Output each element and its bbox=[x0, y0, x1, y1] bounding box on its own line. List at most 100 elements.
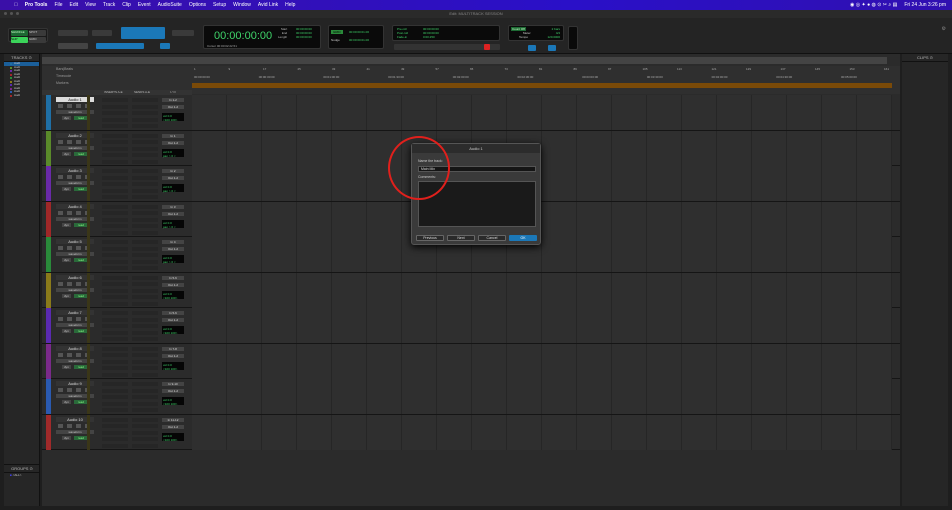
send-slot[interactable] bbox=[132, 146, 158, 151]
insert-slot[interactable] bbox=[102, 295, 128, 299]
menu-track[interactable]: Track bbox=[103, 2, 115, 8]
automation-mode-selector[interactable]: read bbox=[74, 222, 89, 227]
insert-slot[interactable] bbox=[102, 182, 128, 186]
insert-slot[interactable] bbox=[102, 259, 128, 264]
send-slot[interactable] bbox=[132, 253, 158, 257]
input-selector[interactable]: In 3 bbox=[162, 204, 184, 209]
insert-slot[interactable] bbox=[102, 124, 128, 128]
fade-value[interactable]: 0:00.250 bbox=[423, 35, 435, 39]
main-counter-value[interactable]: 00:00:00:00 bbox=[214, 30, 272, 42]
send-slot[interactable] bbox=[132, 211, 158, 215]
insert-slot[interactable] bbox=[102, 311, 128, 315]
pan-value[interactable]: pan > 0 < bbox=[163, 189, 183, 193]
grid-mode-button[interactable]: GRID bbox=[29, 37, 46, 43]
nudge-value[interactable]: 00:00:00:01.00 bbox=[349, 38, 369, 42]
apple-icon[interactable]:  bbox=[14, 2, 18, 8]
send-slot[interactable] bbox=[132, 288, 158, 293]
io-header[interactable]: I / O bbox=[170, 90, 176, 94]
send-slot[interactable] bbox=[132, 408, 158, 412]
fadein-label[interactable]: Fade-in bbox=[397, 35, 407, 39]
input-monitor-button[interactable] bbox=[67, 281, 72, 286]
send-slot[interactable] bbox=[132, 424, 158, 428]
track-timeline-lane[interactable] bbox=[192, 237, 892, 272]
insert-slot[interactable] bbox=[102, 204, 128, 209]
output-selector[interactable]: Out 1-2 bbox=[162, 424, 184, 429]
output-selector[interactable]: Out 1-2 bbox=[162, 353, 184, 358]
insert-slot[interactable] bbox=[102, 140, 128, 144]
output-selector[interactable]: Out 1-2 bbox=[162, 211, 184, 216]
insert-slot[interactable] bbox=[102, 195, 128, 199]
input-selector[interactable]: In 11-12 bbox=[162, 417, 184, 422]
solo-button[interactable] bbox=[76, 210, 81, 215]
input-monitor-button[interactable] bbox=[67, 388, 72, 392]
dyn-button[interactable]: dyn bbox=[62, 258, 71, 262]
send-slot[interactable] bbox=[132, 266, 158, 270]
record-button[interactable] bbox=[58, 388, 63, 392]
send-slot[interactable] bbox=[132, 311, 158, 315]
insert-slot[interactable] bbox=[102, 395, 128, 399]
insert-slot[interactable] bbox=[102, 366, 128, 370]
insert-slot[interactable] bbox=[102, 266, 128, 270]
send-slot[interactable] bbox=[132, 437, 158, 441]
dyn-button[interactable]: dyn bbox=[62, 435, 71, 440]
send-slot[interactable] bbox=[132, 317, 158, 322]
track-timeline-lane[interactable] bbox=[192, 272, 892, 308]
menu-event[interactable]: Event bbox=[138, 2, 151, 8]
send-slot[interactable] bbox=[132, 417, 158, 422]
length-value[interactable]: 00:00:00:00 bbox=[296, 35, 312, 39]
send-slot[interactable] bbox=[132, 133, 158, 138]
nudge-label[interactable]: Nudge bbox=[331, 38, 340, 42]
solo-button[interactable] bbox=[76, 317, 81, 321]
send-slot[interactable] bbox=[132, 382, 158, 386]
close-window-button[interactable] bbox=[4, 12, 7, 15]
insert-slot[interactable] bbox=[102, 288, 128, 293]
solo-button[interactable] bbox=[76, 104, 81, 108]
pan-value[interactable]: pan > 0 < bbox=[163, 154, 183, 158]
solo-button[interactable] bbox=[76, 139, 81, 144]
pan-value[interactable]: <100 100> bbox=[163, 331, 183, 335]
insert-slot[interactable] bbox=[102, 153, 128, 157]
edit-mode-toggles[interactable] bbox=[96, 43, 144, 49]
record-button[interactable] bbox=[58, 139, 63, 144]
record-button[interactable] bbox=[58, 175, 63, 179]
inserts-header[interactable]: INSERTS A-E bbox=[104, 90, 123, 94]
insert-slot[interactable] bbox=[102, 388, 128, 393]
insert-slot[interactable] bbox=[102, 188, 128, 193]
send-slot[interactable] bbox=[132, 275, 158, 280]
record-button[interactable] bbox=[58, 423, 63, 428]
input-selector[interactable]: In 9-10 bbox=[162, 382, 184, 386]
send-slot[interactable] bbox=[132, 372, 158, 377]
send-slot[interactable] bbox=[132, 443, 158, 448]
insert-slot[interactable] bbox=[102, 117, 128, 122]
insert-slot[interactable] bbox=[102, 346, 128, 351]
send-slot[interactable] bbox=[132, 282, 158, 286]
track-timeline-lane[interactable] bbox=[192, 379, 892, 414]
menu-file[interactable]: File bbox=[54, 2, 62, 8]
menu-options[interactable]: Options bbox=[189, 2, 206, 8]
output-selector[interactable]: Out 1-2 bbox=[162, 247, 184, 251]
output-selector[interactable]: Out 1-2 bbox=[162, 282, 184, 287]
send-slot[interactable] bbox=[132, 153, 158, 157]
solo-button[interactable] bbox=[76, 388, 81, 392]
insert-slot[interactable] bbox=[102, 224, 128, 228]
settings-icon[interactable]: ⚙ bbox=[942, 26, 946, 32]
record-button[interactable] bbox=[58, 281, 63, 286]
solo-button[interactable] bbox=[76, 352, 81, 357]
dyn-button[interactable]: dyn bbox=[62, 187, 71, 191]
record-button[interactable] bbox=[484, 44, 490, 50]
input-selector[interactable]: In 1 bbox=[162, 133, 184, 138]
dyn-button[interactable]: dyn bbox=[62, 329, 71, 333]
insert-slot[interactable] bbox=[102, 175, 128, 180]
insert-slot[interactable] bbox=[102, 359, 128, 364]
grid-value[interactable]: 00:00:00:01.00 bbox=[349, 30, 369, 34]
insert-slot[interactable] bbox=[102, 282, 128, 286]
next-button[interactable]: Next bbox=[447, 235, 475, 241]
dyn-button[interactable]: dyn bbox=[62, 400, 71, 404]
automation-mode-selector[interactable]: read bbox=[74, 329, 89, 333]
solo-button[interactable] bbox=[76, 175, 81, 179]
insert-slot[interactable] bbox=[102, 98, 128, 102]
input-selector[interactable]: In 2 bbox=[162, 169, 184, 173]
automation-mode-selector[interactable]: read bbox=[74, 187, 89, 191]
input-selector[interactable]: In 1-2 bbox=[162, 98, 184, 102]
send-slot[interactable] bbox=[132, 175, 158, 180]
